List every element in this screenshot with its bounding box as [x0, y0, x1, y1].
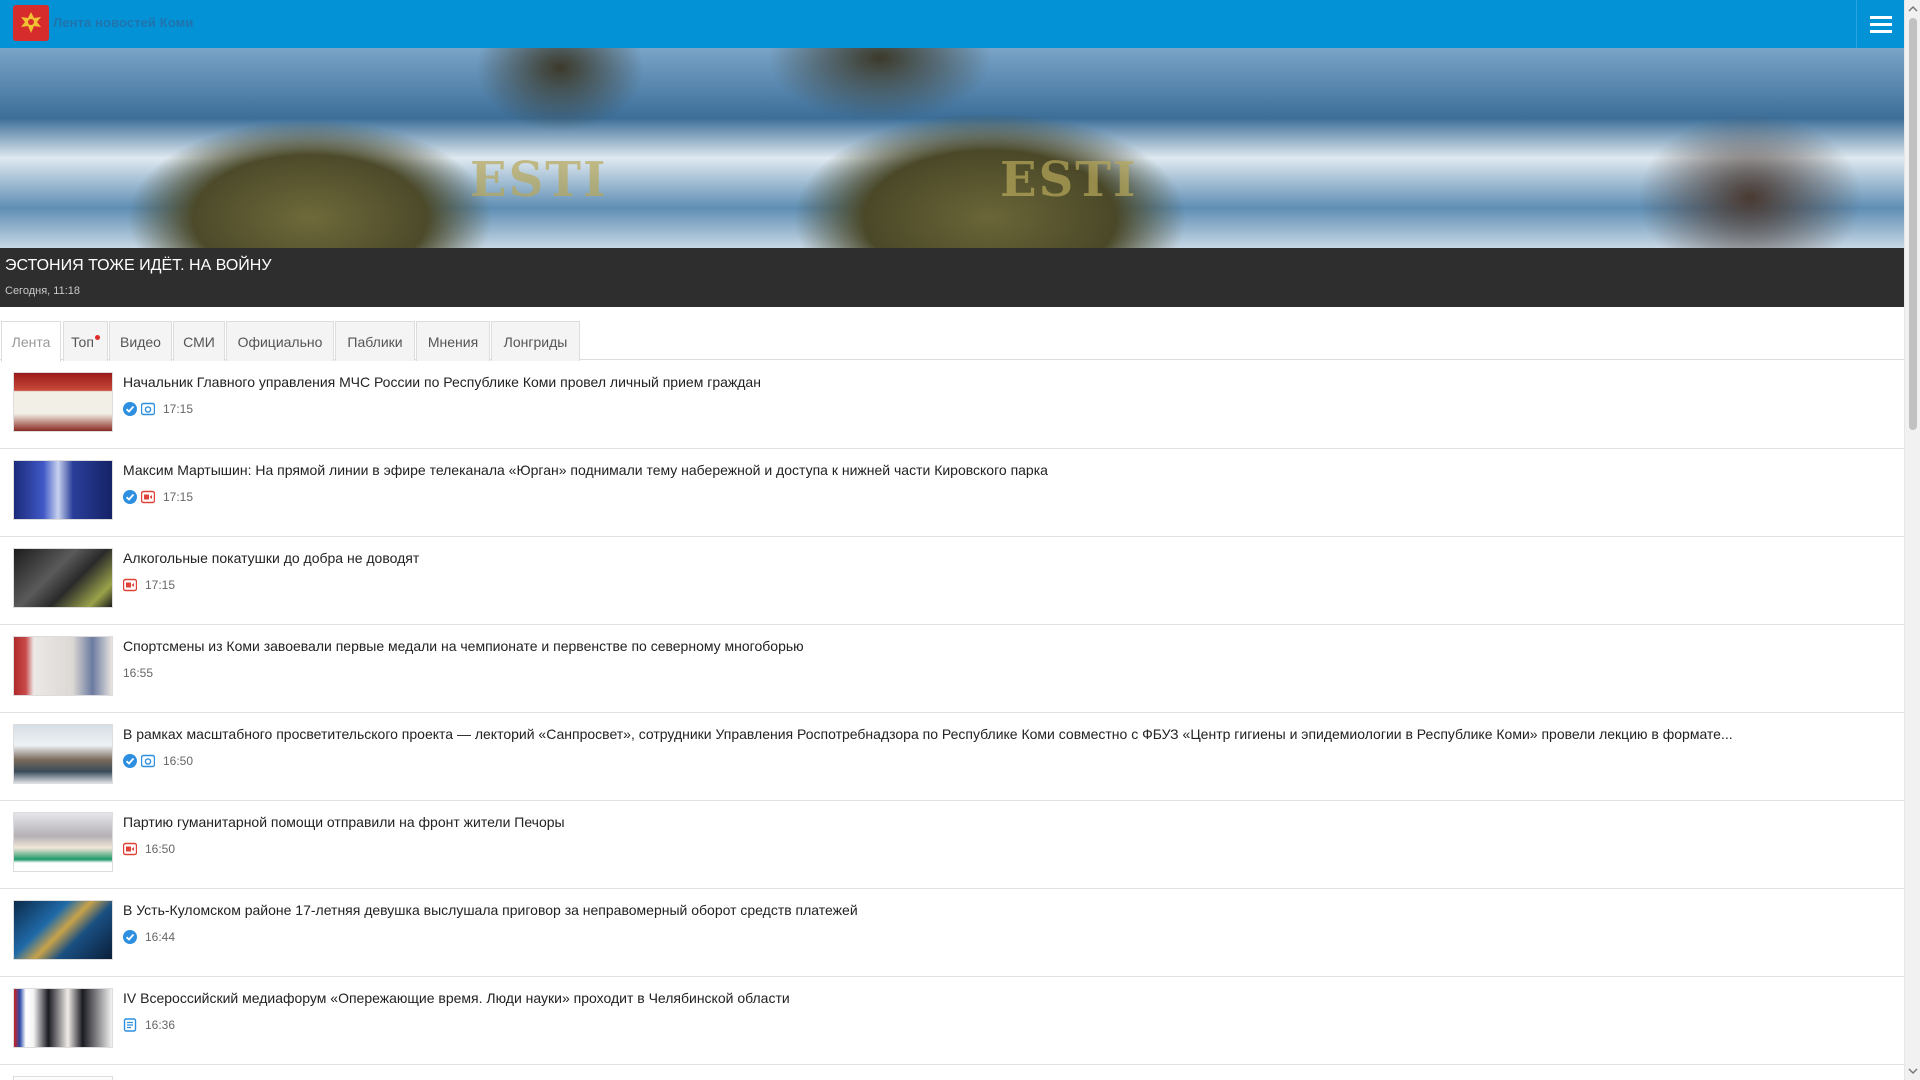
- news-thumbnail[interactable]: [13, 1076, 113, 1080]
- news-headline[interactable]: IV Всероссийский медиафорум «Опережающие…: [123, 990, 790, 1006]
- news-headline[interactable]: Партию гуманитарной помощи отправили на …: [123, 814, 565, 830]
- tab-longreads[interactable]: Лонгриды: [491, 321, 580, 361]
- news-item[interactable]: Начальник Главного управления МЧС России…: [0, 361, 1904, 449]
- news-item[interactable]: [0, 1065, 1904, 1080]
- news-headline[interactable]: Алкогольные покатушки до добра не доводя…: [123, 550, 419, 566]
- video-icon: [141, 490, 155, 504]
- new-badge-dot: [94, 335, 100, 340]
- news-item[interactable]: IV Всероссийский медиафорум «Опережающие…: [0, 977, 1904, 1065]
- news-meta: 16:44: [123, 929, 175, 945]
- hero-image-text: ESTI: [1000, 152, 1138, 208]
- news-headline[interactable]: Максим Мартышин: На прямой линии в эфире…: [123, 462, 1048, 478]
- photo-icon: [141, 754, 155, 768]
- hero-caption[interactable]: ЭСТОНИЯ ТОЖЕ ИДЁТ. НА ВОЙНУ Сегодня, 11:…: [0, 248, 1904, 307]
- hero-image-text: ESTI: [470, 152, 608, 208]
- news-thumbnail[interactable]: [13, 900, 113, 960]
- news-meta: 17:15: [123, 489, 193, 505]
- news-time: 16:36: [145, 1018, 176, 1032]
- tab-bar: Лента Топ Видео СМИ Официально Паблики М…: [0, 320, 1904, 362]
- verified-icon: [123, 930, 137, 944]
- news-meta: 16:36: [123, 1017, 175, 1033]
- menu-button[interactable]: [1856, 0, 1904, 48]
- news-time: 16:55: [123, 666, 154, 680]
- site-logo[interactable]: [13, 5, 49, 41]
- news-thumbnail[interactable]: [13, 460, 113, 520]
- news-thumbnail[interactable]: [13, 548, 113, 608]
- verified-icon: [123, 402, 137, 416]
- hamburger-menu-icon: [1869, 16, 1892, 33]
- tab-publics[interactable]: Паблики: [335, 321, 415, 361]
- news-time: 16:44: [145, 930, 176, 944]
- news-time: 17:15: [163, 490, 194, 504]
- news-headline[interactable]: Начальник Главного управления МЧС России…: [123, 374, 761, 390]
- video-icon: [123, 578, 137, 592]
- news-feed: Начальник Главного управления МЧС России…: [0, 361, 1904, 1080]
- news-time: 17:15: [163, 402, 194, 416]
- tab-label: Видео: [120, 333, 161, 350]
- tab-label: СМИ: [183, 333, 215, 350]
- hero-title[interactable]: ЭСТОНИЯ ТОЖЕ ИДЁТ. НА ВОЙНУ: [5, 257, 272, 275]
- tab-opinions[interactable]: Мнения: [416, 321, 490, 361]
- news-headline[interactable]: В Усть-Куломском районе 17-летняя девушк…: [123, 902, 858, 918]
- hero-image[interactable]: ESTI ESTI: [0, 48, 1904, 248]
- top-bar: Лента новостей Коми: [0, 0, 1904, 48]
- tab-label: Паблики: [347, 333, 403, 350]
- site-title[interactable]: Лента новостей Коми: [53, 15, 193, 30]
- news-time: 16:50: [163, 754, 194, 768]
- photo-icon: [141, 402, 155, 416]
- tab-official[interactable]: Официально: [226, 321, 334, 361]
- news-meta: 17:15: [123, 401, 193, 417]
- news-thumbnail[interactable]: [13, 636, 113, 696]
- scrollbar-thumb[interactable]: [1909, 18, 1917, 430]
- tab-smi[interactable]: СМИ: [173, 321, 225, 361]
- tab-label: Официально: [237, 333, 323, 350]
- news-meta: 16:50: [123, 753, 193, 769]
- news-time: 16:50: [145, 842, 176, 856]
- news-item[interactable]: Максим Мартышин: На прямой линии в эфире…: [0, 449, 1904, 537]
- news-meta: 16:50: [123, 841, 175, 857]
- news-meta: 16:55: [123, 665, 153, 681]
- news-meta: 17:15: [123, 577, 175, 593]
- scroll-down-arrow-icon[interactable]: [1908, 1066, 1918, 1076]
- tab-video[interactable]: Видео: [109, 321, 172, 361]
- news-headline[interactable]: Спортсмены из Коми завоевали первые меда…: [123, 638, 804, 654]
- tab-top[interactable]: Топ: [63, 321, 108, 361]
- verified-icon: [123, 490, 137, 504]
- news-item[interactable]: В рамках масштабного просветительского п…: [0, 713, 1904, 801]
- verified-icon: [123, 754, 137, 768]
- tab-label: Топ: [71, 333, 94, 350]
- tab-label: Мнения: [427, 333, 479, 350]
- tab-label: Лонгриды: [503, 333, 568, 350]
- news-headline[interactable]: В рамках масштабного просветительского п…: [123, 726, 1733, 742]
- tab-lenta[interactable]: Лента: [1, 321, 61, 362]
- news-item[interactable]: Партию гуманитарной помощи отправили на …: [0, 801, 1904, 889]
- news-item[interactable]: В Усть-Куломском районе 17-летняя девушк…: [0, 889, 1904, 977]
- news-thumbnail[interactable]: [13, 724, 113, 784]
- news-thumbnail[interactable]: [13, 812, 113, 872]
- news-item[interactable]: Спортсмены из Коми завоевали первые меда…: [0, 625, 1904, 713]
- page-scrollbar[interactable]: [1904, 0, 1920, 1080]
- video-icon: [123, 842, 137, 856]
- scroll-up-arrow-icon[interactable]: [1908, 4, 1918, 14]
- tab-label: Лента: [11, 334, 51, 350]
- news-thumbnail[interactable]: [13, 988, 113, 1048]
- news-thumbnail[interactable]: [13, 372, 113, 432]
- document-icon: [123, 1018, 137, 1032]
- news-item[interactable]: Алкогольные покатушки до добра не доводя…: [0, 537, 1904, 625]
- hero-date: Сегодня, 11:18: [5, 285, 80, 297]
- komi-coat-of-arms-icon: [21, 12, 41, 33]
- news-time: 17:15: [145, 578, 176, 592]
